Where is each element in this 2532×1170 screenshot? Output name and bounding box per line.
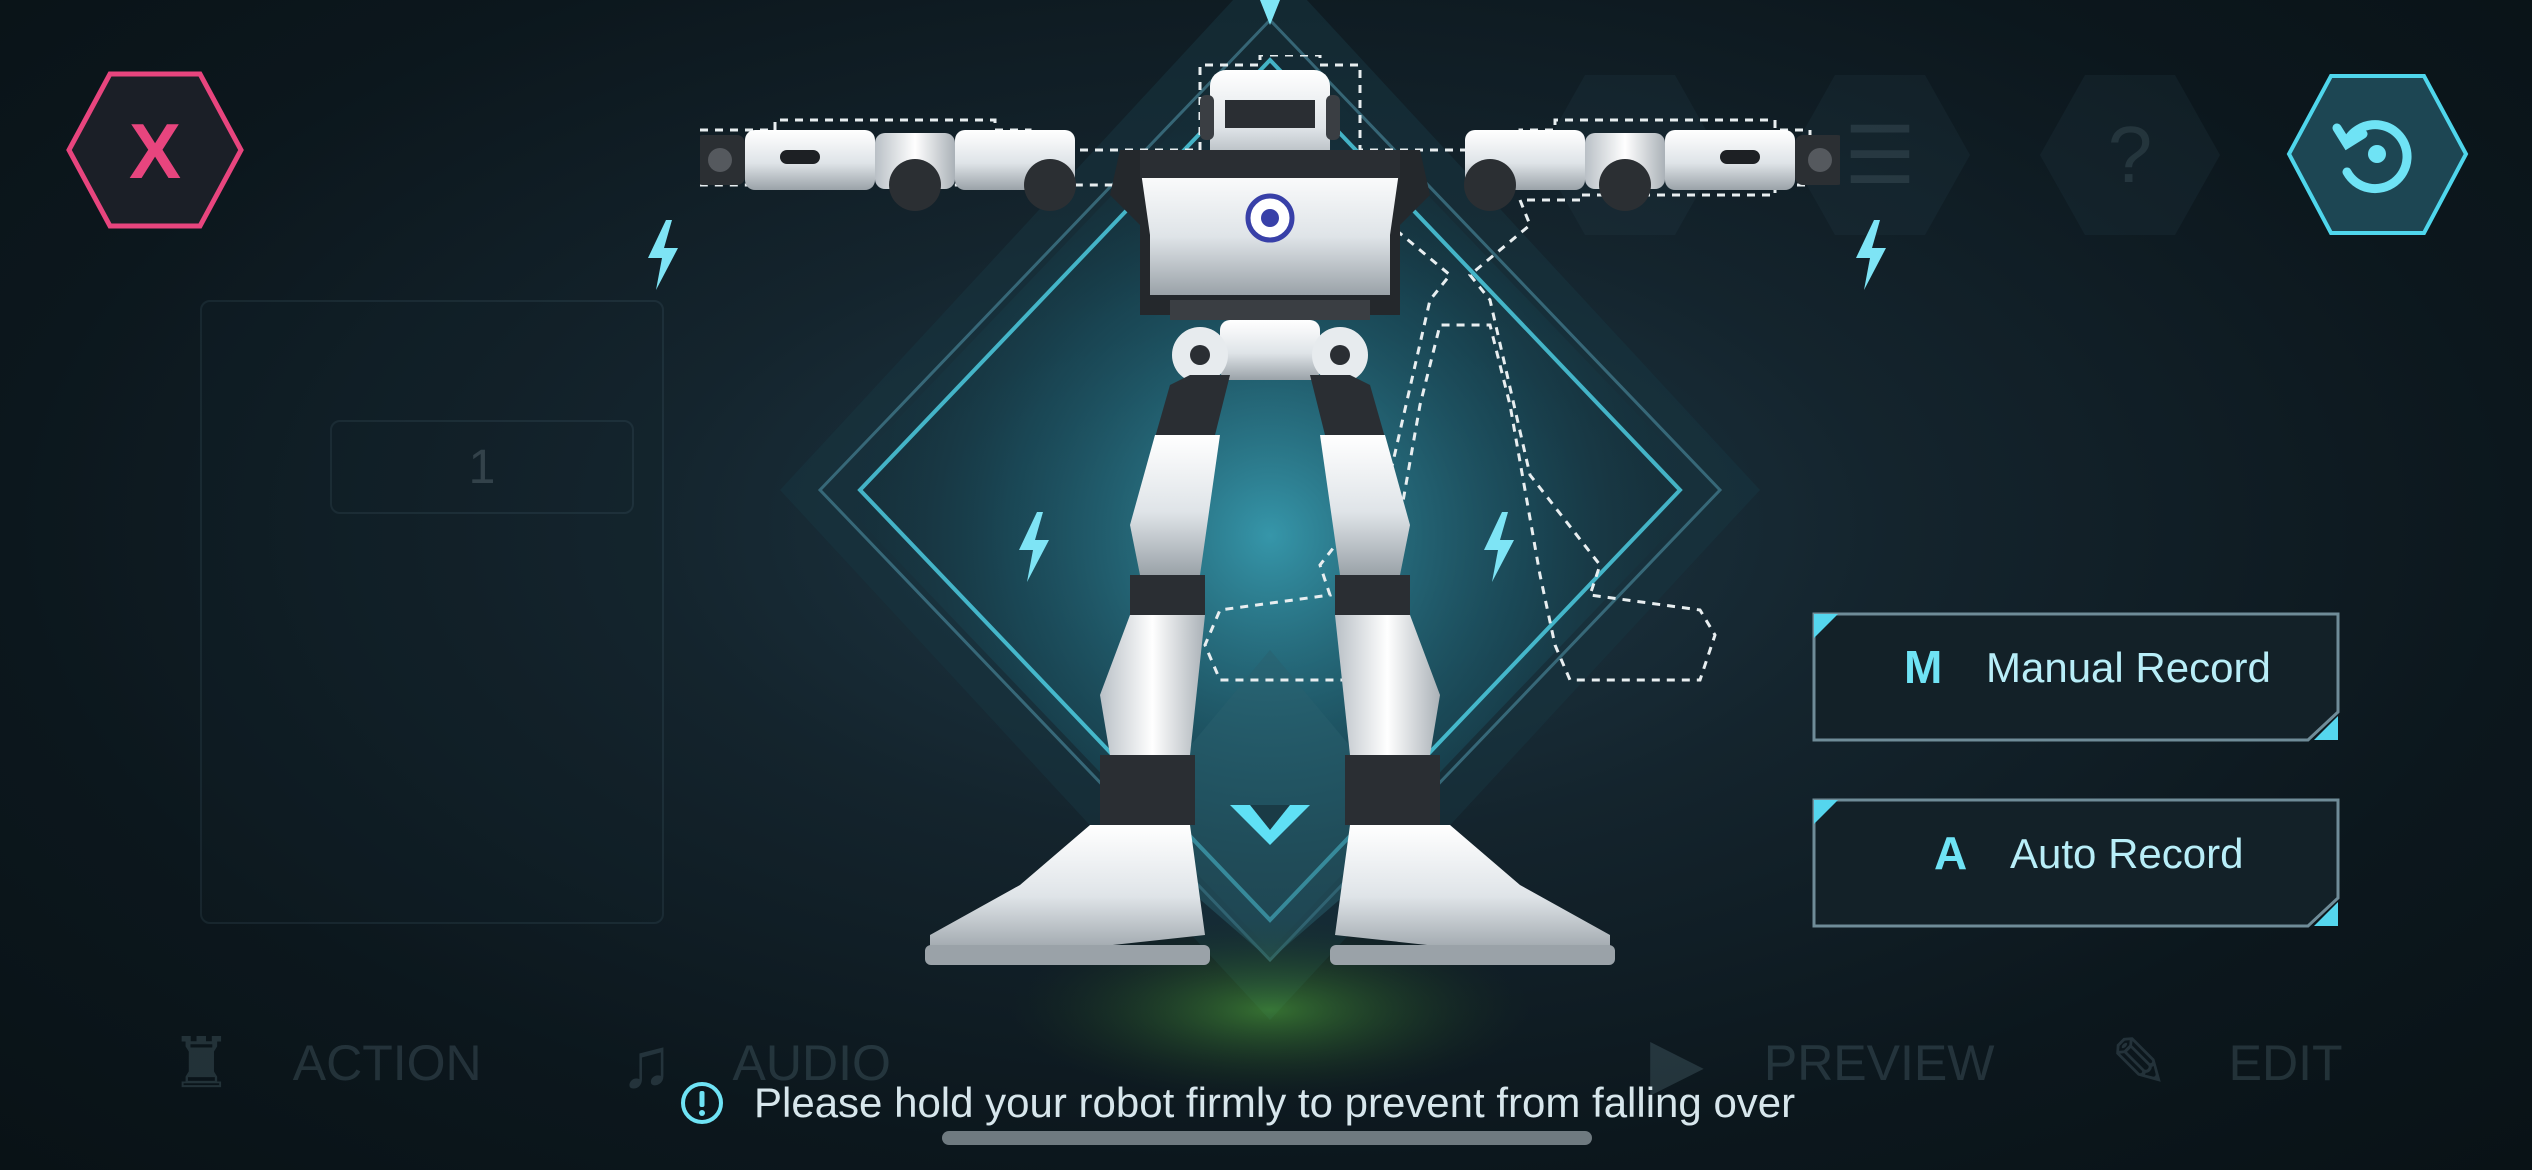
help-icon: ? [2040,75,2220,235]
close-icon: X [129,107,181,195]
safety-notice-text: Please hold your robot firmly to prevent… [754,1078,1796,1126]
manual-record-label: Manual Record [1986,644,2271,691]
auto-record-label: Auto Record [2010,830,2244,877]
frame-number: 1 [468,440,496,494]
manual-record-letter-icon: M [1904,641,1943,693]
right-arm-lightning-icon[interactable] [1850,220,1890,290]
safety-notice: Please hold your robot firmly to prevent… [680,1075,1795,1130]
left-leg-lightning-icon[interactable] [1013,512,1053,582]
info-circle-icon [681,1081,723,1124]
close-button[interactable]: X [65,70,245,230]
tab-action-label: ACTION [292,1034,482,1091]
manual-record-button[interactable]: M Manual Record [1812,612,2340,742]
left-arm-lightning-icon[interactable] [642,220,682,290]
right-leg-lightning-icon[interactable] [1478,512,1518,582]
home-indicator[interactable] [942,1131,1592,1145]
robot-figure [700,55,1840,965]
tab-preview-label: PREVIEW [1763,1034,1995,1091]
auto-record-letter-icon: A [1934,827,1968,879]
tab-action: ♜ ACTION [170,1024,482,1102]
auto-record-button[interactable]: A Auto Record [1812,798,2340,928]
pencil-icon: ✎ [2110,1023,2169,1102]
frame-number-box: 1 [330,420,634,514]
tab-edit: ✎ EDIT [2110,1024,2343,1102]
reset-button[interactable] [2285,72,2470,237]
tab-edit-label: EDIT [2228,1034,2343,1091]
music-note-icon: ♫ [620,1023,673,1102]
help-glyph: ? [2107,110,2153,199]
timeline-panel [200,300,664,924]
robot-icon: ♜ [170,1023,233,1102]
